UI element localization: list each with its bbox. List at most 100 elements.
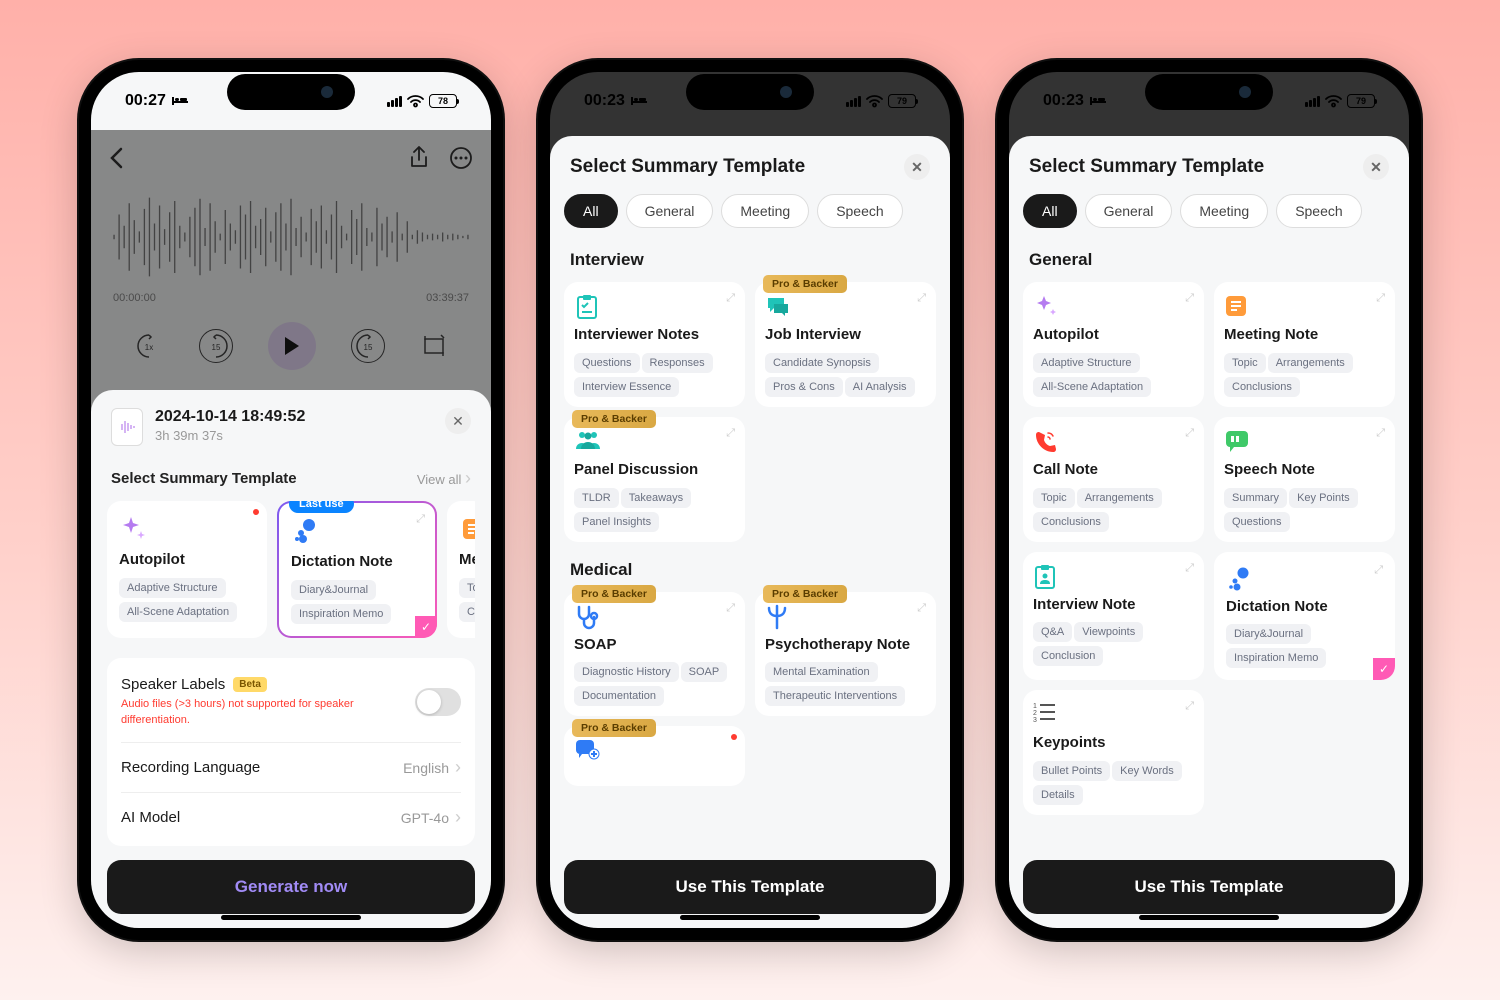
chevron-right-icon: › bbox=[455, 807, 461, 828]
pro-badge: Pro & Backer bbox=[763, 585, 847, 603]
tcard-interviewer-notes[interactable]: ⤢ Interviewer Notes QuestionsResponses I… bbox=[564, 282, 745, 407]
chip: Adaptive Structure bbox=[119, 578, 226, 598]
tcard-keypoints[interactable]: ⤢ 123 Keypoints Bullet PointsKey Words D… bbox=[1023, 690, 1204, 815]
tab-general[interactable]: General bbox=[1085, 194, 1173, 228]
tab-speech[interactable]: Speech bbox=[1276, 194, 1361, 228]
tcard-panel-discussion[interactable]: Pro & Backer ⤢ Panel Discussion TLDRTake… bbox=[564, 417, 745, 542]
home-indicator[interactable] bbox=[1139, 915, 1279, 920]
use-template-button[interactable]: Use This Template bbox=[564, 860, 936, 914]
ai-model-row[interactable]: AI Model GPT-4o › bbox=[121, 793, 461, 842]
bed-icon bbox=[1090, 95, 1106, 107]
filter-tabs: All General Meeting Speech bbox=[564, 194, 936, 242]
signal-icon bbox=[1305, 96, 1320, 107]
card-title: Autopilot bbox=[119, 551, 255, 568]
template-card-meeting[interactable]: Me To Co bbox=[447, 501, 475, 638]
pro-badge: Pro & Backer bbox=[572, 410, 656, 428]
generate-button[interactable]: Generate now bbox=[107, 860, 475, 914]
selected-check-icon: ✓ bbox=[415, 616, 437, 638]
opt-value: English bbox=[403, 760, 449, 776]
speaker-labels-row[interactable]: Speaker LabelsBeta Audio files (>3 hours… bbox=[121, 662, 461, 743]
svg-text:3: 3 bbox=[1033, 717, 1037, 722]
close-button[interactable]: ✕ bbox=[904, 154, 930, 180]
tcard-psychotherapy[interactable]: Pro & Backer ⤢ Psychotherapy Note Mental… bbox=[755, 592, 936, 717]
chip: Conclusions bbox=[1033, 512, 1109, 532]
signal-icon bbox=[387, 96, 402, 107]
chip: Interview Essence bbox=[574, 377, 679, 397]
tcard-speech-note[interactable]: ⤢ Speech Note SummaryKey Points Question… bbox=[1214, 417, 1395, 542]
expand-icon: ⤢ bbox=[1185, 292, 1194, 305]
chip: Diary&Journal bbox=[291, 580, 376, 600]
expand-icon: ⤢ bbox=[1185, 427, 1194, 440]
template-card-dictation[interactable]: Last use ⤢ Dictation Note Diary&Journal … bbox=[277, 501, 437, 638]
chip: Inspiration Memo bbox=[1226, 648, 1326, 668]
tcard-autopilot[interactable]: ⤢ Autopilot Adaptive Structure All-Scene… bbox=[1023, 282, 1204, 407]
chip: Bullet Points bbox=[1033, 761, 1110, 781]
bed-icon bbox=[172, 95, 188, 107]
chip: Diagnostic History bbox=[574, 662, 679, 682]
opt-title: AI Model bbox=[121, 809, 180, 826]
expand-icon: ⤢ bbox=[1185, 700, 1194, 713]
medical-chat-icon bbox=[574, 738, 600, 764]
tcard-job-interview[interactable]: Pro & Backer ⤢ Job Interview Candidate S… bbox=[755, 282, 936, 407]
expand-icon: ⤢ bbox=[917, 292, 926, 305]
file-icon bbox=[111, 408, 143, 446]
tcard-meeting-note[interactable]: ⤢ Meeting Note TopicArrangements Conclus… bbox=[1214, 282, 1395, 407]
chip: Conclusion bbox=[1033, 646, 1103, 666]
chip: Topic bbox=[1033, 488, 1075, 508]
close-button[interactable]: ✕ bbox=[1363, 154, 1389, 180]
chip: Inspiration Memo bbox=[291, 604, 391, 624]
tcard-medical-chat[interactable]: Pro & Backer bbox=[564, 726, 745, 786]
tab-meeting[interactable]: Meeting bbox=[1180, 194, 1268, 228]
tcard-call-note[interactable]: ⤢ Call Note TopicArrangements Conclusion… bbox=[1023, 417, 1204, 542]
phone-1: 00:27 78 00:00:0003:39:37 1x 15 15 2024- bbox=[79, 60, 503, 940]
home-indicator[interactable] bbox=[221, 915, 361, 920]
doc-icon bbox=[1224, 294, 1250, 320]
expand-icon: ⤢ bbox=[726, 292, 735, 305]
selected-check-icon: ✓ bbox=[1373, 658, 1395, 680]
expand-icon: ⤢ bbox=[1374, 564, 1383, 577]
list-icon: 123 bbox=[1033, 702, 1059, 728]
chip: Key Words bbox=[1112, 761, 1182, 781]
tcard-dictation-note[interactable]: ⤢ Dictation Note Diary&Journal Inspirati… bbox=[1214, 552, 1395, 681]
tab-general[interactable]: General bbox=[626, 194, 714, 228]
recording-lang-row[interactable]: Recording Language English› bbox=[121, 743, 461, 793]
toggle-switch[interactable] bbox=[415, 688, 461, 716]
phone-icon bbox=[1033, 429, 1059, 455]
template-modal: Select Summary Template✕ All General Mee… bbox=[550, 136, 950, 928]
use-template-button[interactable]: Use This Template bbox=[1023, 860, 1395, 914]
chip: Responses bbox=[642, 353, 713, 373]
tab-all[interactable]: All bbox=[1023, 194, 1077, 228]
rec-duration: 3h 39m 37s bbox=[155, 428, 305, 443]
template-card-autopilot[interactable]: Autopilot Adaptive Structure All-Scene A… bbox=[107, 501, 267, 638]
card-title: Dictation Note bbox=[291, 553, 423, 570]
svg-text:1: 1 bbox=[1033, 703, 1037, 710]
speech-icon bbox=[1224, 429, 1250, 455]
tcard-interview-note[interactable]: ⤢ Interview Note Q&AViewpoints Conclusio… bbox=[1023, 552, 1204, 681]
chip: Takeaways bbox=[621, 488, 691, 508]
clipboard-icon bbox=[1033, 564, 1059, 590]
tab-speech[interactable]: Speech bbox=[817, 194, 902, 228]
battery-icon: 78 bbox=[429, 94, 457, 108]
phone-2: 00:23 79 Select Summary Template✕ All Ge… bbox=[538, 60, 962, 940]
tab-all[interactable]: All bbox=[564, 194, 618, 228]
home-indicator[interactable] bbox=[680, 915, 820, 920]
chip: Pros & Cons bbox=[765, 377, 843, 397]
chip: Questions bbox=[574, 353, 640, 373]
opt-error: Audio files (>3 hours) not supported for… bbox=[121, 697, 415, 728]
expand-icon: ⤢ bbox=[416, 513, 425, 526]
view-all-link[interactable]: View all › bbox=[417, 468, 471, 489]
expand-icon: ⤢ bbox=[1376, 427, 1385, 440]
notch bbox=[227, 74, 355, 110]
opt-value: GPT-4o bbox=[401, 810, 449, 826]
category-general: General bbox=[1023, 242, 1395, 282]
chevron-right-icon: › bbox=[455, 757, 461, 778]
chip: Documentation bbox=[574, 686, 664, 706]
chip: Candidate Synopsis bbox=[765, 353, 879, 373]
svg-text:2: 2 bbox=[1033, 710, 1037, 717]
close-button[interactable]: ✕ bbox=[445, 408, 471, 434]
thought-icon bbox=[1226, 566, 1252, 592]
tcard-soap[interactable]: Pro & Backer ⤢ SOAP Diagnostic HistorySO… bbox=[564, 592, 745, 717]
pro-badge: Pro & Backer bbox=[763, 275, 847, 293]
card-title: Psychotherapy Note bbox=[765, 636, 926, 655]
tab-meeting[interactable]: Meeting bbox=[721, 194, 809, 228]
